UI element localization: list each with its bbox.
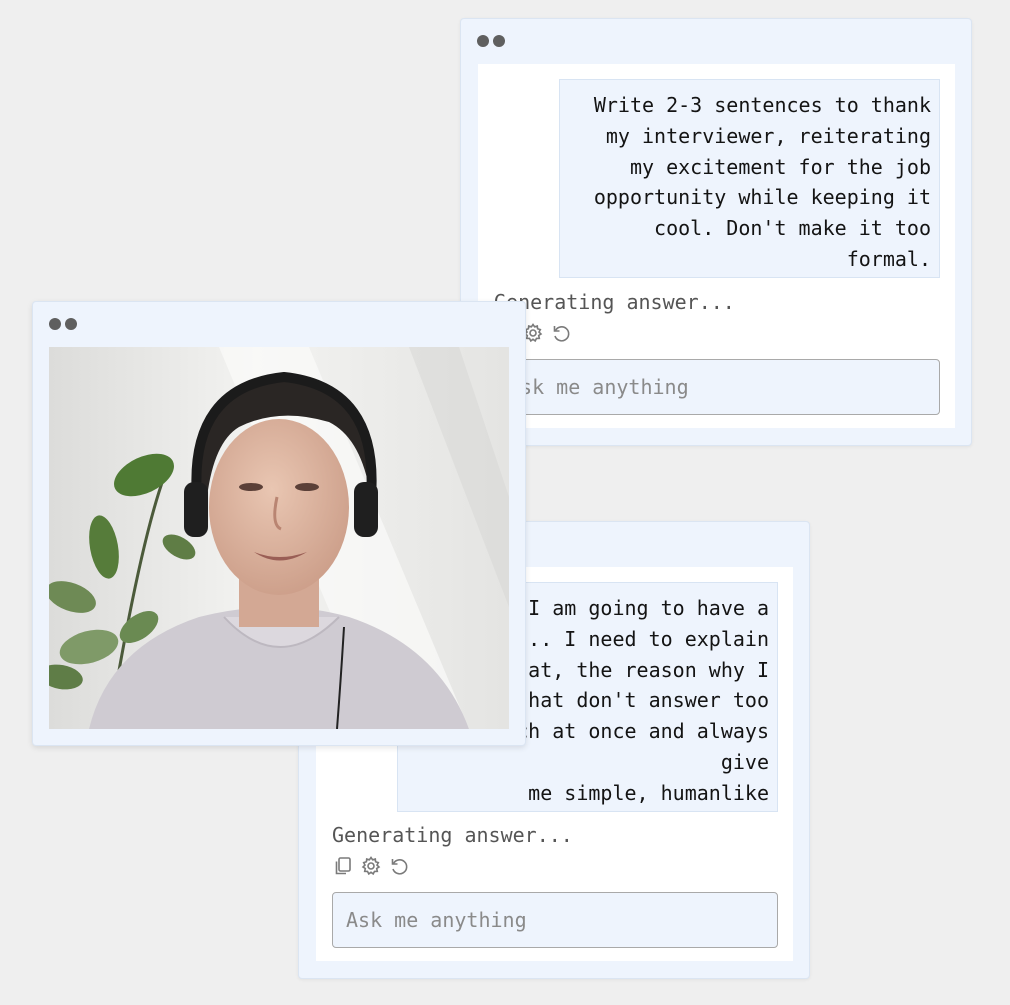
refresh-icon[interactable] bbox=[388, 855, 410, 877]
ask-input[interactable] bbox=[494, 359, 940, 415]
chat-pane: Write 2-3 sentences to thank my intervie… bbox=[478, 64, 955, 428]
copy-icon[interactable] bbox=[332, 855, 354, 877]
refresh-icon[interactable] bbox=[550, 322, 572, 344]
generating-status: Generating answer... bbox=[494, 290, 735, 314]
window-dot[interactable] bbox=[493, 35, 505, 47]
ask-input[interactable] bbox=[332, 892, 778, 948]
window-dot[interactable] bbox=[49, 318, 61, 330]
user-prompt-bubble: Write 2-3 sentences to thank my intervie… bbox=[559, 79, 940, 278]
gear-icon[interactable] bbox=[360, 855, 382, 877]
window-dot[interactable] bbox=[477, 35, 489, 47]
window-dot[interactable] bbox=[65, 318, 77, 330]
video-window bbox=[32, 301, 526, 746]
webcam-feed bbox=[49, 347, 509, 729]
person-video-frame bbox=[49, 347, 509, 729]
chat-window-1: Write 2-3 sentences to thank my intervie… bbox=[460, 18, 972, 446]
window-controls bbox=[477, 35, 505, 47]
answer-actions bbox=[332, 855, 410, 877]
generating-status: Generating answer... bbox=[332, 823, 573, 847]
window-controls bbox=[49, 318, 77, 330]
